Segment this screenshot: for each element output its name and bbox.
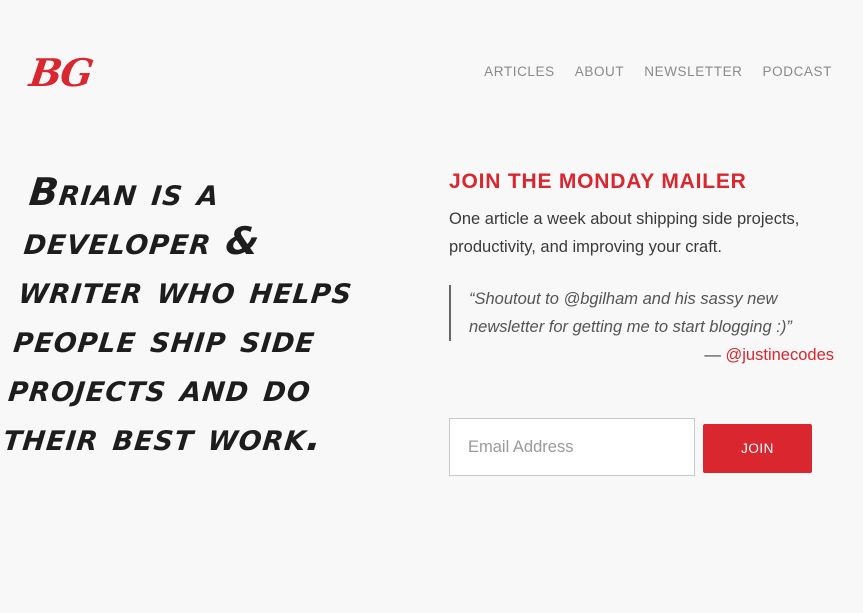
- attribution-dash: —: [704, 346, 726, 364]
- newsletter-description: One article a week about shipping side p…: [449, 210, 800, 256]
- attribution-handle-link[interactable]: @justinecodes: [726, 346, 834, 364]
- newsletter-heading: JOIN THE MONDAY MAILER: [449, 170, 747, 193]
- testimonial-attribution: — @justinecodes: [449, 341, 834, 369]
- testimonial-quote: “Shoutout to @bgilham and his sassy new …: [449, 285, 834, 341]
- email-input[interactable]: [449, 418, 695, 476]
- nav-articles-link[interactable]: ARTICLES: [484, 64, 555, 79]
- main-nav: ARTICLES ABOUT NEWSLETTER PODCAST: [484, 64, 832, 79]
- join-button[interactable]: JOIN: [703, 424, 812, 473]
- nav-newsletter-link[interactable]: NEWSLETTER: [644, 64, 742, 79]
- newsletter-signup: JOIN THE MONDAY MAILER One article a wee…: [449, 168, 834, 369]
- nav-about-link[interactable]: ABOUT: [575, 64, 625, 79]
- hero-statement: Brian is a developer & writer who helps …: [1, 170, 356, 459]
- logo-link[interactable]: BG: [27, 50, 95, 95]
- nav-podcast-link[interactable]: PODCAST: [763, 64, 832, 79]
